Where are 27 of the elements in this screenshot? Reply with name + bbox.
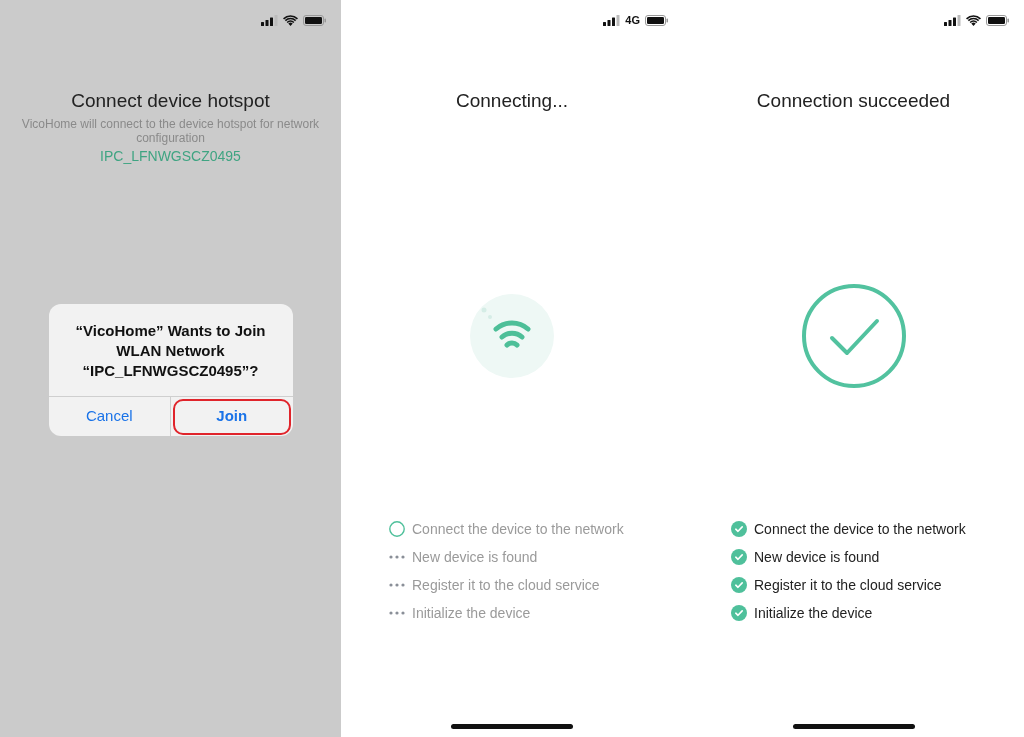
wifi-icon — [470, 294, 554, 378]
battery-icon — [986, 14, 1010, 26]
step-label: New device is found — [754, 547, 880, 567]
wifi-icon — [966, 14, 981, 26]
alert-message: “VicoHome” Wants to Join WLAN Network “IPC_LFNWGSCZ0495”? — [74, 321, 267, 381]
step-label: Connect the device to the network — [412, 519, 624, 539]
step-label: Initialize the device — [754, 603, 873, 623]
screen-title: Connecting... — [456, 89, 568, 113]
wifi-icon — [283, 14, 298, 26]
step-label: Initialize the device — [412, 603, 531, 623]
signal-icon — [944, 14, 961, 26]
battery-icon — [645, 14, 669, 26]
network-name: IPC_LFNWGSCZ0495 — [100, 147, 241, 165]
step-label: Connect the device to the network — [754, 519, 966, 539]
cancel-button[interactable]: Cancel — [50, 398, 168, 435]
signal-icon — [603, 14, 621, 26]
step-label: New device is found — [412, 547, 538, 567]
screen-title: Connection succeeded — [756, 89, 951, 113]
screen-title: Connect device hotspot — [71, 89, 270, 113]
battery-icon — [303, 14, 327, 26]
join-button[interactable]: Join — [173, 398, 291, 435]
description-text: VicoHome will connect to the device hotspot for network configuration — [20, 117, 321, 145]
step-label: Register it to the cloud service — [754, 575, 942, 595]
step-label: Register it to the cloud service — [412, 575, 600, 595]
success-check-icon — [800, 283, 907, 389]
network-label: 4G — [625, 14, 640, 26]
signal-icon — [261, 14, 278, 26]
